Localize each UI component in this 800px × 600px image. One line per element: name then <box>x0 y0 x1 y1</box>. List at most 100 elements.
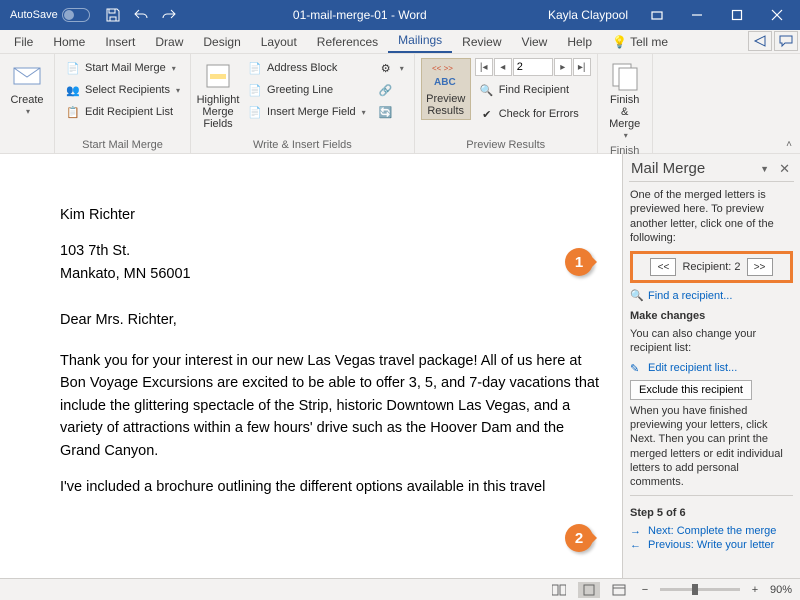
group-finish: Finish & Merge Finish <box>598 54 653 153</box>
redo-icon[interactable] <box>158 4 180 26</box>
recipient-navigator: << Recipient: 2 >> <box>630 251 793 283</box>
prev-recipient-button[interactable]: << <box>650 258 676 276</box>
create-label: Create <box>10 94 43 106</box>
match-fields-button[interactable]: 🔗 <box>374 80 408 100</box>
comments-button[interactable] <box>774 31 798 51</box>
step-label: Step 5 of 6 <box>630 506 793 520</box>
arrow-left-icon: ← <box>630 538 644 552</box>
people-icon: 👥 <box>65 82 81 98</box>
field-icon: 📄 <box>247 104 263 120</box>
group-label-start: Start Mail Merge <box>61 137 184 151</box>
divider <box>629 181 794 182</box>
search-icon: 🔍 <box>479 82 495 98</box>
next-record-button[interactable]: ▸ <box>554 58 572 76</box>
body-p1: Thank you for your interest in our new L… <box>60 350 604 462</box>
callout-2: 2 <box>565 524 593 552</box>
next-step-link[interactable]: → Next: Complete the merge <box>630 524 793 538</box>
maximize-button[interactable] <box>718 0 756 30</box>
print-layout-button[interactable] <box>578 582 600 598</box>
label: Highlight Merge Fields <box>197 94 240 130</box>
greeting-icon: 📄 <box>247 82 263 98</box>
autosave-toggle[interactable]: AutoSave <box>4 8 96 22</box>
tab-home[interactable]: Home <box>43 31 95 53</box>
user-name[interactable]: Kayla Claypool <box>540 8 636 22</box>
preview-icon: << >>ABC <box>429 61 463 91</box>
document[interactable]: Kim Richter 103 7th St. Mankato, MN 5600… <box>0 154 622 578</box>
share-button[interactable] <box>748 31 772 51</box>
minimize-button[interactable] <box>678 0 716 30</box>
rules-icon: ⚙ <box>378 60 394 76</box>
greeting: Dear Mrs. Richter, <box>60 309 604 331</box>
rules-button[interactable]: ⚙ <box>374 58 408 78</box>
pane-options-button[interactable]: ▼ <box>754 164 775 174</box>
tab-review[interactable]: Review <box>452 31 511 53</box>
save-icon[interactable] <box>102 4 124 26</box>
prev-step-link[interactable]: ←Previous: Write your letter <box>630 538 793 552</box>
find-recipient-button[interactable]: 🔍Find Recipient <box>475 80 591 100</box>
find-recipient-link[interactable]: 🔍Find a recipient... <box>630 289 793 303</box>
arrow-right-icon: → <box>630 524 644 538</box>
tab-help[interactable]: Help <box>557 31 602 53</box>
edit-list-icon: 📋 <box>65 104 81 120</box>
check-errors-button[interactable]: ✔Check for Errors <box>475 104 591 124</box>
check-icon: ✔ <box>479 106 495 122</box>
tab-mailings[interactable]: Mailings <box>388 29 452 53</box>
zoom-slider[interactable] <box>660 588 740 591</box>
highlight-icon <box>202 60 234 92</box>
greeting-line-button[interactable]: 📄 Greeting Line <box>243 80 370 100</box>
tab-file[interactable]: File <box>4 31 43 53</box>
label: Edit Recipient List <box>85 106 173 118</box>
tab-insert[interactable]: Insert <box>95 31 145 53</box>
tab-references[interactable]: References <box>307 31 388 53</box>
tab-view[interactable]: View <box>512 31 558 53</box>
edit-recipient-list-button[interactable]: 📋 Edit Recipient List <box>61 102 184 122</box>
ribbon-display-icon[interactable] <box>638 0 676 30</box>
start-mail-merge-button[interactable]: 📄Start Mail Merge <box>61 58 184 78</box>
zoom-out-button[interactable]: − <box>638 584 652 596</box>
tab-draw[interactable]: Draw <box>145 31 193 53</box>
label: Edit recipient list... <box>648 361 737 375</box>
address-line-3: Mankato, MN 56001 <box>60 263 604 285</box>
tab-layout[interactable]: Layout <box>251 31 307 53</box>
read-mode-button[interactable] <box>548 582 570 598</box>
label: Next: Complete the merge <box>648 524 776 538</box>
next-recipient-button[interactable]: >> <box>747 258 773 276</box>
edit-icon: ✎ <box>630 362 644 376</box>
content-area: Kim Richter 103 7th St. Mankato, MN 5600… <box>0 154 800 578</box>
prev-record-button[interactable]: ◂ <box>494 58 512 76</box>
last-record-button[interactable]: ▸| <box>573 58 591 76</box>
group-label-finish: Finish <box>604 143 646 157</box>
label: Select Recipients <box>85 84 170 96</box>
preview-results-button[interactable]: << >>ABC Preview Results <box>421 58 471 120</box>
pane-title: Mail Merge <box>631 160 754 177</box>
pane-close-button[interactable]: ✕ <box>775 161 794 177</box>
ribbon-tabs: File Home Insert Draw Design Layout Refe… <box>0 30 800 54</box>
label: Greeting Line <box>267 84 333 96</box>
update-labels-button[interactable]: 🔄 <box>374 102 408 122</box>
address-block-button[interactable]: 📄Address Block <box>243 58 370 78</box>
zoom-level[interactable]: 90% <box>770 584 792 596</box>
edit-recipient-list-link[interactable]: ✎ Edit recipient list... <box>630 361 793 375</box>
title-bar: AutoSave 01-mail-merge-01 - Word Kayla C… <box>0 0 800 30</box>
first-record-button[interactable]: |◂ <box>475 58 493 76</box>
collapse-ribbon-button[interactable]: ˄ <box>782 137 796 151</box>
group-create: Create <box>0 54 55 153</box>
finish-merge-button[interactable]: Finish & Merge <box>604 58 646 143</box>
highlight-merge-fields-button[interactable]: Highlight Merge Fields <box>197 58 239 132</box>
exclude-recipient-button[interactable]: Exclude this recipient <box>630 380 752 400</box>
select-recipients-button[interactable]: 👥 Select Recipients <box>61 80 184 100</box>
undo-icon[interactable] <box>130 4 152 26</box>
zoom-in-button[interactable]: + <box>748 584 762 596</box>
close-button[interactable] <box>758 0 796 30</box>
envelopes-labels-button[interactable]: Create <box>6 58 48 119</box>
group-write-insert: Highlight Merge Fields 📄Address Block 📄 G… <box>191 54 415 153</box>
svg-text:ABC: ABC <box>434 77 456 88</box>
match-icon: 🔗 <box>378 82 394 98</box>
body-p2: I've included a brochure outlining the d… <box>60 476 604 498</box>
preview-hint: One of the merged letters is previewed h… <box>630 188 793 245</box>
tab-design[interactable]: Design <box>193 31 250 53</box>
record-number-input[interactable] <box>513 58 553 76</box>
web-layout-button[interactable] <box>608 582 630 598</box>
tab-tellme[interactable]: 💡 Tell me <box>602 31 678 53</box>
insert-merge-field-button[interactable]: 📄Insert Merge Field <box>243 102 370 122</box>
